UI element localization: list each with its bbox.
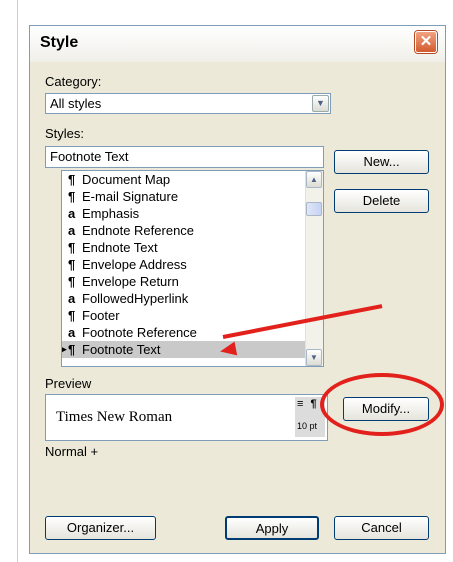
style-name: Document Map [82, 172, 171, 187]
paragraph-style-icon: ¶ [68, 257, 76, 272]
dialog-title: Style [40, 34, 79, 51]
character-style-icon: a [68, 206, 76, 221]
chevron-down-icon[interactable]: ▼ [312, 95, 329, 112]
organizer-button[interactable]: Organizer... [45, 516, 156, 540]
preview-font-name: Times New Roman [56, 409, 173, 425]
style-list-item[interactable]: ¶ Footer [62, 307, 323, 324]
style-name: Envelope Address [82, 257, 187, 272]
paragraph-style-icon: ¶ [68, 189, 76, 204]
paragraph-icon: ≡ ¶ [297, 398, 319, 410]
style-dialog: Style ✕ Category: All styles ▼ Styles: F… [29, 25, 446, 554]
annotation-arrowhead [218, 341, 238, 359]
style-name: Endnote Text [82, 240, 158, 255]
style-name-input[interactable]: Footnote Text [45, 146, 324, 168]
paragraph-style-icon: ¶ [68, 308, 76, 323]
apply-button[interactable]: Apply [225, 516, 319, 540]
styles-list[interactable]: ¶ Document Map ¶ E-mail Signature a Emphasis a… [61, 170, 324, 367]
style-list-item[interactable]: ▶¶ Footnote Text [62, 341, 323, 358]
scroll-down-icon[interactable]: ▼ [306, 349, 322, 366]
scroll-up-icon[interactable]: ▲ [306, 171, 322, 188]
style-name: E-mail Signature [82, 189, 179, 204]
scroll-thumb[interactable] [306, 202, 322, 216]
style-list-item[interactable]: a Emphasis [62, 205, 323, 222]
style-list-item[interactable]: ¶ Envelope Return [62, 273, 323, 290]
selected-marker-icon: ▶ [62, 341, 67, 358]
preview-size: 10 pt [297, 421, 318, 431]
delete-button[interactable]: Delete [334, 189, 429, 213]
style-description: Normal + [45, 444, 99, 459]
new-button[interactable]: New... [334, 150, 429, 174]
page-margin-line [17, 0, 18, 562]
category-value: All styles [50, 96, 102, 111]
style-list-item[interactable]: a FollowedHyperlink [62, 290, 323, 307]
style-list-item[interactable]: ¶ Envelope Address [62, 256, 323, 273]
style-name: FollowedHyperlink [82, 291, 189, 306]
styles-scrollbar[interactable]: ▲ ▼ [305, 171, 323, 366]
paragraph-style-icon: ¶ [68, 240, 76, 255]
category-select[interactable]: All styles ▼ [45, 93, 331, 114]
style-name: Emphasis [82, 206, 140, 221]
character-style-icon: a [68, 223, 76, 238]
preview-label: Preview [45, 376, 92, 391]
style-list-item[interactable]: ¶ E-mail Signature [62, 188, 323, 205]
category-label: Category: [45, 74, 102, 89]
preview-box: Times New Roman ≡ ¶ 10 pt [45, 394, 328, 441]
character-style-icon: a [68, 291, 76, 306]
paragraph-style-icon: ¶ [68, 274, 76, 289]
style-name: Endnote Reference [82, 223, 195, 238]
style-name: Footnote Reference [82, 325, 197, 340]
paragraph-style-icon: ¶ [68, 342, 76, 357]
annotation-circle [320, 373, 444, 436]
style-list-item[interactable]: ¶ Endnote Text [62, 239, 323, 256]
style-name: Envelope Return [82, 274, 179, 289]
title-bar[interactable]: Style ✕ [30, 26, 445, 62]
style-list-item[interactable]: ¶ Document Map [62, 171, 323, 188]
paragraph-style-icon: ¶ [68, 172, 76, 187]
style-name: Footnote Text [82, 342, 161, 357]
style-list-item[interactable]: a Endnote Reference [62, 222, 323, 239]
styles-label: Styles: [45, 126, 85, 141]
cancel-button[interactable]: Cancel [334, 516, 429, 540]
close-button[interactable]: ✕ [415, 31, 437, 53]
style-name: Footer [82, 308, 120, 323]
character-style-icon: a [68, 325, 76, 340]
